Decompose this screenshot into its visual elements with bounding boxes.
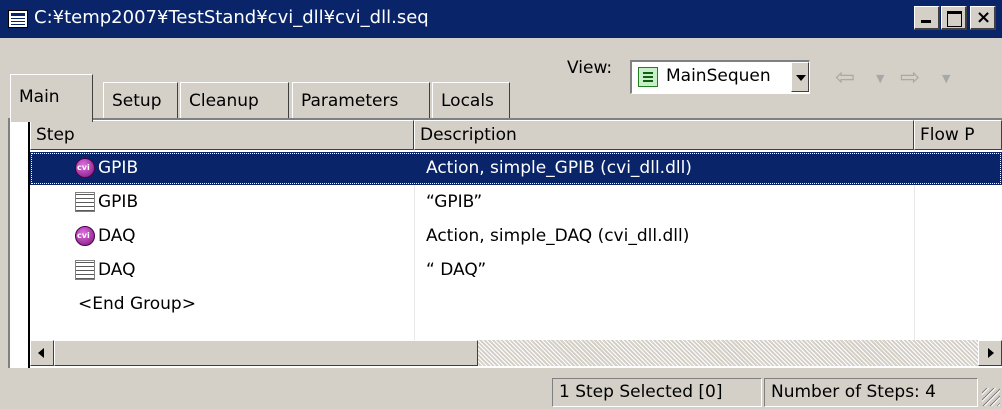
tab-label: Locals	[441, 91, 494, 111]
column-header-step[interactable]: Step	[30, 120, 414, 150]
step-description: “ DAQ”	[426, 260, 487, 280]
view-label: View:	[567, 58, 613, 78]
scroll-thumb[interactable]	[54, 340, 478, 366]
message-popup-icon	[75, 192, 95, 212]
table-row[interactable]: GPIB “GPIB”	[30, 186, 1002, 219]
back-dropdown-icon[interactable]: ▼	[876, 72, 884, 85]
resize-grip-icon[interactable]	[982, 388, 1000, 406]
message-popup-icon	[75, 260, 95, 280]
column-header-description[interactable]: Description	[414, 120, 914, 150]
table-row[interactable]: <End Group>	[30, 288, 1002, 321]
view-selected-value: MainSequen	[666, 66, 771, 86]
scroll-left-button[interactable]	[30, 340, 54, 366]
window-title: C:¥temp2007¥TestStand¥cvi_dll¥cvi_dll.se…	[34, 7, 429, 28]
close-icon: ×	[976, 7, 992, 28]
tab-locals[interactable]: Locals	[432, 82, 510, 122]
status-step-count: Number of Steps: 4	[764, 378, 978, 407]
view-select[interactable]: MainSequen	[630, 60, 810, 94]
horizontal-scrollbar[interactable]	[30, 340, 1002, 366]
step-name: <End Group>	[78, 294, 196, 314]
forward-arrow-icon[interactable]: ⇨	[900, 64, 920, 90]
list-left-margin	[10, 120, 30, 368]
cvi-action-icon: cvi	[75, 158, 95, 178]
tab-setup[interactable]: Setup	[103, 82, 178, 122]
step-description: Action, simple_DAQ (cvi_dll.dll)	[426, 226, 690, 246]
tab-label: Parameters	[301, 91, 399, 111]
forward-dropdown-icon[interactable]: ▼	[942, 72, 950, 85]
step-name: GPIB	[98, 158, 139, 178]
sequence-icon	[638, 67, 658, 87]
step-name: DAQ	[98, 226, 136, 246]
table-row[interactable]: cvi GPIB Action, simple_GPIB (cvi_dll.dl…	[30, 152, 1002, 185]
table-row[interactable]: DAQ “ DAQ”	[30, 254, 1002, 287]
sequence-file-icon	[8, 10, 28, 28]
tab-label: Cleanup	[189, 91, 259, 111]
cvi-action-icon: cvi	[75, 226, 95, 246]
tab-label: Main	[19, 87, 60, 107]
step-description: Action, simple_GPIB (cvi_dll.dll)	[426, 158, 692, 178]
column-header-flow[interactable]: Flow P	[914, 120, 1002, 150]
close-button[interactable]: ×	[970, 6, 996, 30]
table-row[interactable]: cvi DAQ Action, simple_DAQ (cvi_dll.dll)	[30, 220, 1002, 253]
column-header: Step Description Flow P	[30, 120, 1002, 150]
scroll-track[interactable]	[478, 340, 978, 366]
minimize-button[interactable]	[914, 6, 940, 30]
back-arrow-icon[interactable]: ⇦	[835, 64, 855, 90]
title-bar: C:¥temp2007¥TestStand¥cvi_dll¥cvi_dll.se…	[0, 0, 1002, 38]
scroll-right-button[interactable]	[978, 340, 1002, 366]
tab-label: Setup	[112, 91, 162, 111]
tab-cleanup[interactable]: Cleanup	[180, 82, 289, 122]
step-name: GPIB	[98, 192, 139, 212]
tab-main[interactable]: Main	[10, 74, 93, 122]
maximize-button[interactable]	[941, 6, 967, 30]
step-description: “GPIB”	[426, 192, 483, 212]
status-selected: 1 Step Selected [0]	[552, 378, 762, 407]
chevron-down-icon[interactable]	[791, 62, 809, 92]
step-name: DAQ	[98, 260, 136, 280]
tab-parameters[interactable]: Parameters	[292, 82, 430, 122]
